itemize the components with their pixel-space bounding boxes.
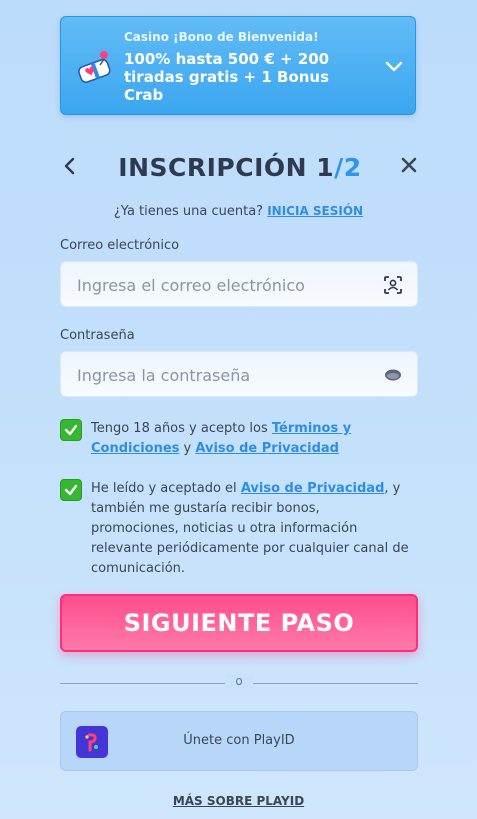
marketing-checkbox[interactable] bbox=[60, 479, 82, 501]
chevron-down-icon[interactable] bbox=[385, 60, 403, 74]
playid-label: Únete con PlayID bbox=[183, 733, 295, 748]
divider: o bbox=[60, 674, 418, 688]
registration-header: INSCRIPCIÓN 1/2 bbox=[60, 150, 420, 190]
next-step-button[interactable]: SIGUIENTE PASO bbox=[60, 594, 418, 652]
privacy-link[interactable]: Aviso de Privacidad bbox=[195, 441, 339, 456]
login-prompt: ¿Ya tienes una cuenta? INICIA SESIÓN bbox=[0, 204, 477, 219]
age-terms-checkbox[interactable] bbox=[60, 419, 82, 441]
marketing-text: He leído y aceptado el Aviso de Privacid… bbox=[91, 481, 409, 576]
email-label: Correo electrónico bbox=[60, 238, 180, 253]
more-about-playid-link[interactable]: MÁS SOBRE PLAYID bbox=[0, 794, 477, 808]
email-input[interactable] bbox=[75, 262, 369, 308]
playid-button[interactable]: Únete con PlayID bbox=[60, 711, 418, 771]
eye-icon[interactable] bbox=[383, 365, 403, 385]
face-id-icon[interactable] bbox=[383, 275, 403, 295]
password-label: Contraseña bbox=[60, 328, 135, 343]
age-terms-text: Tengo 18 años y acepto los Términos y Co… bbox=[91, 421, 352, 456]
promo-headline: 100% hasta 500 € + 200 tiradas gratis + … bbox=[124, 50, 330, 104]
login-question: ¿Ya tienes una cuenta? bbox=[113, 204, 264, 219]
close-icon[interactable] bbox=[400, 156, 418, 174]
login-link[interactable]: INICIA SESIÓN bbox=[267, 204, 363, 218]
page-title: INSCRIPCIÓN 1/2 bbox=[118, 153, 362, 182]
promo-subtitle: Casino ¡Bono de Bienvenida! bbox=[124, 30, 319, 44]
check-icon bbox=[64, 424, 78, 436]
password-field-wrapper bbox=[60, 351, 418, 398]
password-input[interactable] bbox=[75, 352, 369, 398]
check-icon bbox=[64, 484, 78, 496]
email-field-wrapper bbox=[60, 261, 418, 308]
welcome-bonus-banner[interactable]: Casino ¡Bono de Bienvenida! 100% hasta 5… bbox=[60, 16, 416, 115]
marketing-privacy-link[interactable]: Aviso de Privacidad bbox=[241, 481, 385, 496]
divider-label: o bbox=[225, 674, 253, 688]
step-indicator: /2 bbox=[334, 153, 362, 182]
gift-icon bbox=[78, 51, 111, 83]
